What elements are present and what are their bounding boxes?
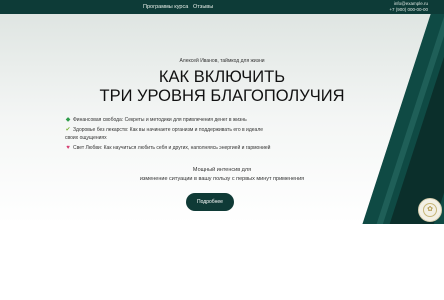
diamond-icon: ◆ — [65, 117, 71, 123]
details-button[interactable]: Подробнее — [186, 193, 234, 211]
heart-icon: ♥ — [66, 145, 70, 151]
hero-title-line-2: ТРИ УРОВНЯ БЛАГОПОЛУЧИЯ — [99, 87, 345, 105]
contact-email[interactable]: info@example.ru — [394, 1, 428, 6]
feature-text: Здоровье без лекарств: Как вы начинаете … — [73, 127, 264, 133]
feature-item-health: ✔ Здоровье без лекарств: Как вы начинаете… — [65, 126, 263, 133]
logo-icon: ✿ — [423, 203, 437, 217]
feature-text: Финансовая свобода: Секреты и методики д… — [73, 117, 247, 123]
feature-item-finance: ◆ Финансовая свобода: Секреты и методики … — [65, 116, 247, 123]
hero-subtitle-2: изменение ситуации в вашу пользу с первы… — [139, 176, 305, 182]
feature-item-health-continuation: своих ощущениях — [65, 135, 107, 141]
nav-link-reviews[interactable]: Отзывы — [193, 3, 213, 11]
hero-eyebrow: Алексей Иванов, таймкод для жизни — [179, 58, 265, 64]
check-icon: ✔ — [65, 127, 71, 133]
hero-title: КАК ВКЛЮЧИТЬ ТРИ УРОВНЯ БЛАГОПОЛУЧИЯ — [0, 68, 444, 106]
nav-link-program[interactable]: Программы курса — [143, 3, 188, 11]
hero-title-line-1: КАК ВКЛЮЧИТЬ — [158, 68, 286, 86]
contact-phone[interactable]: +7 (900) 000-00-00 — [389, 7, 428, 12]
feature-item-love: ♥ Свет Любви: Как научиться любить себя и… — [65, 145, 270, 151]
chat-widget-button[interactable]: ✿ — [418, 198, 442, 222]
hero-subtitle-1: Мощный интенсив для — [192, 167, 252, 173]
feature-text: Свет Любви: Как научиться любить себя и … — [73, 145, 271, 151]
top-navigation-bar: Программы курса Отзывы info@example.ru +… — [0, 0, 444, 14]
